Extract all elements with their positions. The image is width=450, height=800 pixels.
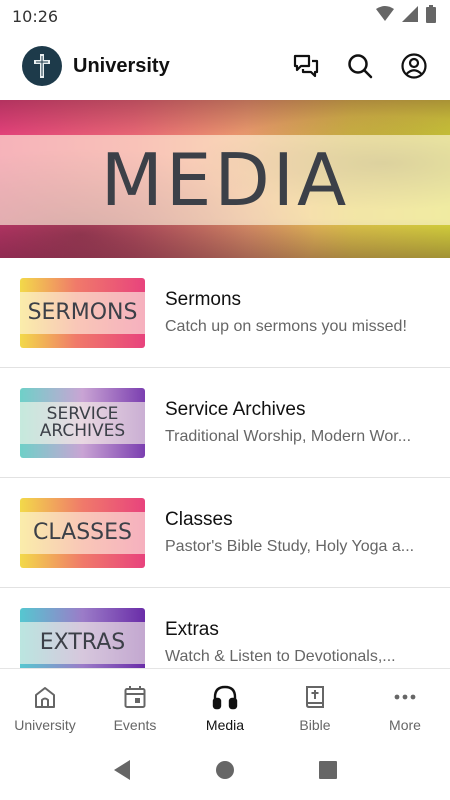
nav-label: More <box>389 717 421 733</box>
extras-thumbnail: EXTRAS <box>20 607 145 668</box>
battery-icon <box>426 4 436 28</box>
item-title: Sermons <box>165 289 242 310</box>
search-icon[interactable] <box>346 52 374 80</box>
item-text: Classes Pastor's Bible Study, Holy Yoga … <box>165 509 450 556</box>
hero-title: MEDIA <box>100 138 350 222</box>
sermons-thumbnail: SERMONS <box>20 277 145 348</box>
list-item-extras[interactable]: EXTRAS Extras Watch & Listen to Devotion… <box>0 588 450 668</box>
thumbnail-label: SERVICE ARCHIVES <box>39 403 126 441</box>
list-item-classes[interactable]: CLASSES Classes Pastor's Bible Study, Ho… <box>0 478 450 588</box>
bottom-nav: University Events Media Bible More <box>0 668 450 740</box>
item-subtitle: Catch up on sermons you missed! <box>165 318 407 335</box>
back-icon[interactable] <box>110 758 134 782</box>
item-title: Extras <box>165 619 219 640</box>
thumbnail-label: SERMONS <box>27 299 138 325</box>
item-subtitle: Watch & Listen to Devotionals,... <box>165 648 396 665</box>
list-item-sermons[interactable]: SERMONS Sermons Catch up on sermons you … <box>0 258 450 368</box>
nav-item-events[interactable]: Events <box>90 669 180 740</box>
list-item-service-archives[interactable]: SERVICE ARCHIVES Service Archives Tradit… <box>0 368 450 478</box>
nav-label: Events <box>113 717 157 733</box>
recents-icon[interactable] <box>316 758 340 782</box>
nav-item-more[interactable]: More <box>360 669 450 740</box>
calendar-icon <box>121 683 149 711</box>
item-title: Service Archives <box>165 399 306 420</box>
church-logo[interactable] <box>22 46 62 86</box>
nav-label: Media <box>205 717 245 733</box>
item-title: Classes <box>165 509 233 530</box>
wifi-icon <box>376 5 394 27</box>
nav-label: University <box>14 717 76 733</box>
item-subtitle: Pastor's Bible Study, Holy Yoga a... <box>165 538 415 555</box>
app-title: University <box>73 54 170 77</box>
chat-icon[interactable] <box>292 52 320 80</box>
nav-label: Bible <box>299 717 331 733</box>
media-hero-banner: MEDIA <box>0 100 450 258</box>
thumbnail-label: CLASSES <box>33 519 132 545</box>
nav-item-media[interactable]: Media <box>180 669 270 740</box>
item-text: Extras Watch & Listen to Devotionals,... <box>165 619 450 666</box>
system-nav-bar <box>0 740 450 800</box>
nav-item-university[interactable]: University <box>0 669 90 740</box>
classes-thumbnail: CLASSES <box>20 497 145 568</box>
headphones-icon <box>211 683 239 711</box>
item-subtitle: Traditional Worship, Modern Wor... <box>165 428 412 445</box>
status-time: 10:26 <box>12 6 59 26</box>
item-text: Sermons Catch up on sermons you missed! <box>165 289 450 336</box>
more-icon <box>391 683 419 711</box>
status-icons <box>376 4 436 28</box>
media-list: SERMONS Sermons Catch up on sermons you … <box>0 258 450 668</box>
bible-icon <box>301 683 329 711</box>
header-actions <box>292 52 428 80</box>
status-bar: 10:26 <box>0 0 450 32</box>
home-button-icon[interactable] <box>213 758 237 782</box>
item-text: Service Archives Traditional Worship, Mo… <box>165 399 450 446</box>
signal-icon <box>402 5 418 27</box>
account-icon[interactable] <box>400 52 428 80</box>
service-archives-thumbnail: SERVICE ARCHIVES <box>20 387 145 458</box>
home-icon <box>31 683 59 711</box>
app-header: University <box>0 40 450 92</box>
nav-item-bible[interactable]: Bible <box>270 669 360 740</box>
thumbnail-label: EXTRAS <box>39 629 126 655</box>
